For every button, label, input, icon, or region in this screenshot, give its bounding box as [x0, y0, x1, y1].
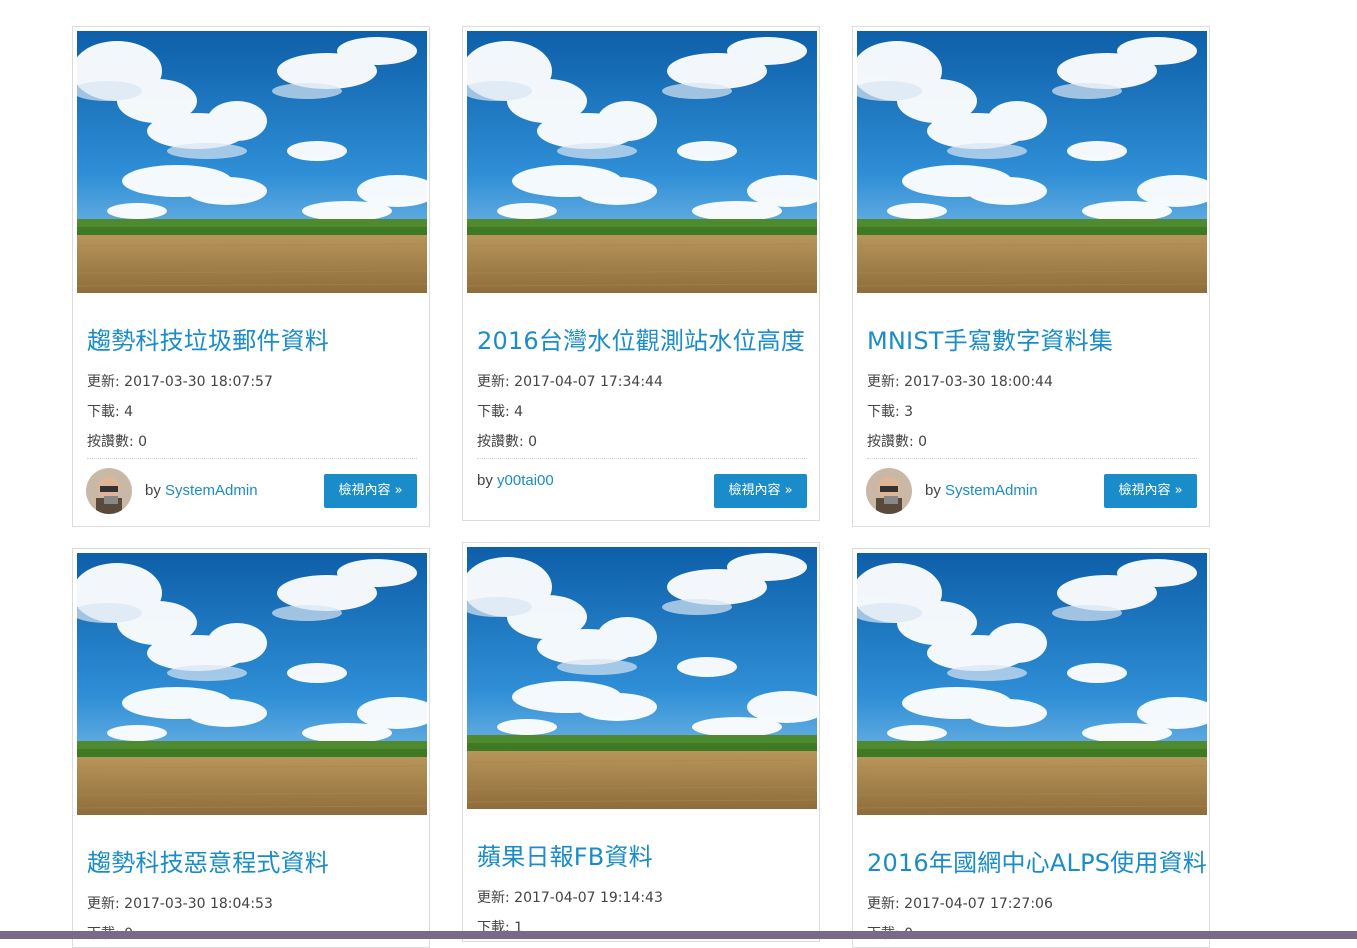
divider [87, 458, 417, 459]
updated-value: 2017-03-30 18:07:57 [124, 374, 273, 390]
likes-row: 按讚數: 0 [87, 431, 147, 451]
dataset-title[interactable]: 2016台灣水位觀測站水位高度 [477, 321, 805, 356]
updated-row: 更新: 2017-03-30 18:04:53 [87, 893, 273, 913]
dataset-title[interactable]: 趨勢科技惡意程式資料 [87, 843, 329, 878]
dataset-card: 2016台灣水位觀測站水位高度 更新: 2017-04-07 17:34:44 … [462, 26, 820, 521]
likes-label: 按讚數: [477, 434, 524, 450]
likes-label: 按讚數: [867, 434, 914, 450]
updated-row: 更新: 2017-03-30 18:07:57 [87, 371, 273, 391]
dataset-title[interactable]: MNIST手寫數字資料集 [867, 321, 1113, 356]
downloads-label: 下載: [477, 404, 510, 420]
likes-row: 按讚數: 0 [867, 431, 927, 451]
window-bottom-edge [0, 931, 1357, 939]
author-link[interactable]: y00tai00 [497, 472, 554, 489]
likes-value: 0 [918, 434, 928, 450]
dataset-card: 2016年國網中心ALPS使用資料 更新: 2017-04-07 17:27:0… [852, 548, 1210, 948]
sky-field-image[interactable] [857, 553, 1207, 815]
updated-value: 2017-03-30 18:04:53 [124, 896, 273, 912]
sky-field-image[interactable] [467, 547, 817, 809]
likes-value: 0 [138, 434, 148, 450]
divider [867, 458, 1197, 459]
downloads-value: 4 [514, 404, 524, 420]
updated-value: 2017-04-07 17:27:06 [904, 896, 1053, 912]
sky-field-image[interactable] [857, 31, 1207, 293]
updated-row: 更新: 2017-04-07 17:27:06 [867, 893, 1053, 913]
updated-row: 更新: 2017-04-07 19:14:43 [477, 887, 663, 907]
downloads-row: 下載: 3 [867, 401, 913, 421]
sky-field-image[interactable] [467, 31, 817, 293]
updated-label: 更新: [87, 896, 120, 912]
by-label: by [145, 482, 161, 499]
downloads-label: 下載: [867, 404, 900, 420]
dataset-card: 趨勢科技垃圾郵件資料 更新: 2017-03-30 18:07:57 下載: 4… [72, 26, 430, 527]
author-byline: by SystemAdmin [925, 482, 1038, 499]
dataset-card: MNIST手寫數字資料集 更新: 2017-03-30 18:00:44 下載:… [852, 26, 1210, 527]
by-label: by [925, 482, 941, 499]
divider [477, 458, 807, 459]
author-byline: by y00tai00 [477, 472, 554, 489]
author-link[interactable]: SystemAdmin [165, 482, 258, 499]
downloads-row: 下載: 4 [477, 401, 523, 421]
updated-value: 2017-03-30 18:00:44 [904, 374, 1053, 390]
likes-row: 按讚數: 0 [477, 431, 537, 451]
author-byline: by SystemAdmin [145, 482, 258, 499]
downloads-value: 4 [124, 404, 134, 420]
updated-label: 更新: [477, 890, 510, 906]
avatar [866, 468, 912, 514]
dataset-title[interactable]: 趨勢科技垃圾郵件資料 [87, 321, 329, 356]
updated-label: 更新: [87, 374, 120, 390]
updated-row: 更新: 2017-03-30 18:00:44 [867, 371, 1053, 391]
updated-row: 更新: 2017-04-07 17:34:44 [477, 371, 663, 391]
downloads-row: 下載: 4 [87, 401, 133, 421]
likes-value: 0 [528, 434, 538, 450]
view-content-button[interactable]: 檢視內容 » [1104, 474, 1197, 508]
downloads-value: 3 [904, 404, 914, 420]
updated-label: 更新: [477, 374, 510, 390]
downloads-label: 下載: [87, 404, 120, 420]
sky-field-image[interactable] [77, 31, 427, 293]
dataset-title[interactable]: 2016年國網中心ALPS使用資料 [867, 843, 1207, 878]
avatar [86, 468, 132, 514]
dataset-card: 趨勢科技惡意程式資料 更新: 2017-03-30 18:04:53 下載: 0 [72, 548, 430, 948]
updated-value: 2017-04-07 19:14:43 [514, 890, 663, 906]
sky-field-image[interactable] [77, 553, 427, 815]
dataset-card: 蘋果日報FB資料 更新: 2017-04-07 19:14:43 下載: 1 [462, 542, 820, 942]
updated-value: 2017-04-07 17:34:44 [514, 374, 663, 390]
updated-label: 更新: [867, 896, 900, 912]
view-content-button[interactable]: 檢視內容 » [714, 474, 807, 508]
view-content-button[interactable]: 檢視內容 » [324, 474, 417, 508]
author-link[interactable]: SystemAdmin [945, 482, 1038, 499]
by-label: by [477, 472, 493, 489]
likes-label: 按讚數: [87, 434, 134, 450]
dataset-title[interactable]: 蘋果日報FB資料 [477, 837, 653, 872]
updated-label: 更新: [867, 374, 900, 390]
